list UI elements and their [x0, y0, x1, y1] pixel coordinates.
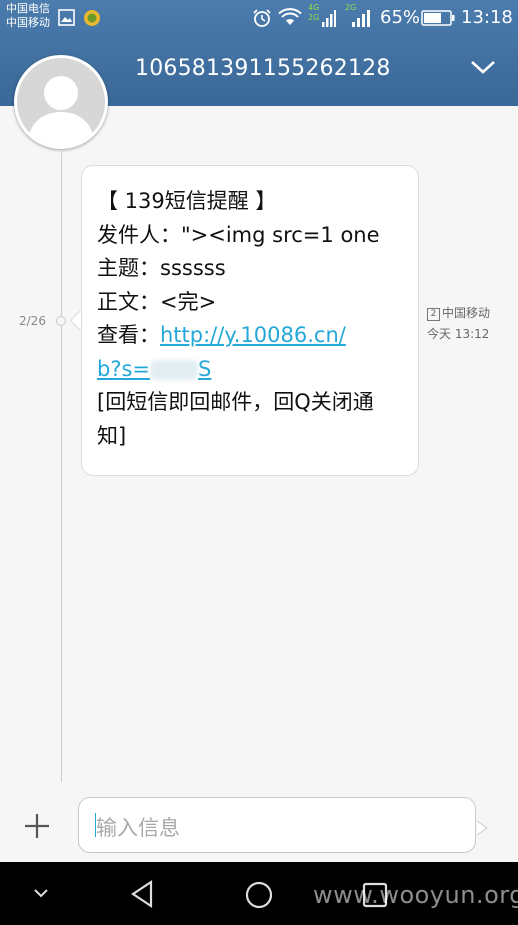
meta-carrier: 中国移动	[442, 306, 491, 320]
add-attachment-button[interactable]	[22, 811, 52, 841]
input-tail-icon	[476, 820, 489, 840]
alarm-icon	[252, 8, 272, 32]
network-type-labels: 4G 2G	[308, 3, 319, 23]
redacted-blur	[150, 359, 199, 380]
watermark: www.wooyun.org	[313, 881, 518, 909]
message-counter: 2/26	[19, 314, 46, 328]
signal-1-icon	[322, 9, 336, 31]
message-sender-line: 发件人："><img src=1 one	[97, 222, 380, 247]
network-1: 4G	[308, 3, 320, 12]
back-button[interactable]	[129, 879, 157, 913]
chevron-down-icon[interactable]	[470, 56, 496, 82]
message-meta: 2 中国移动 今天 13:12	[427, 303, 490, 345]
message-text[interactable]: 【 139短信提醒 】 发件人："><img src=1 one 主题：ssss…	[97, 185, 407, 453]
message-link-part2-prefix[interactable]: b?s=	[97, 357, 150, 381]
view-label: 查看：	[97, 323, 160, 347]
carrier-2: 中国移动	[6, 16, 50, 29]
home-circle-icon	[245, 881, 273, 909]
timeline-dot	[56, 316, 66, 326]
carrier-1: 中国电信	[6, 2, 50, 15]
battery-percent: 65%	[380, 7, 421, 28]
clock: 13:18	[461, 7, 513, 28]
message-link-part1[interactable]: http://y.10086.cn/	[160, 323, 346, 347]
app-notification-icon	[83, 9, 101, 31]
person-icon	[27, 76, 95, 146]
contact-avatar[interactable]	[14, 55, 108, 149]
message-title: 【 139短信提醒 】	[97, 189, 277, 213]
message-input-placeholder: 输入信息	[96, 816, 180, 840]
message-link-line2[interactable]: b?s= S	[97, 353, 407, 387]
back-triangle-icon	[131, 879, 153, 909]
plus-icon	[25, 814, 49, 838]
sender-number[interactable]: 106581391155262128	[135, 56, 391, 81]
wifi-icon	[278, 8, 302, 30]
meta-time: 今天 13:12	[427, 327, 490, 341]
status-bar: 中国电信 中国移动 4G 2G 2G 65% 13:18	[0, 0, 518, 36]
sim-slot-badge: 2	[427, 308, 440, 321]
image-notification-icon	[58, 9, 75, 30]
signal-2-icon	[350, 9, 372, 31]
chevron-down-icon	[34, 889, 48, 898]
home-button[interactable]	[244, 880, 274, 914]
hide-keyboard-button[interactable]	[32, 885, 50, 904]
message-reply-line1: [回短信即回邮件，回Q关闭通	[97, 390, 374, 414]
timeline-line	[61, 150, 62, 782]
message-reply-line2: 知]	[97, 423, 127, 448]
meta-carrier-row: 2 中国移动	[427, 303, 490, 324]
message-link-part2-suffix[interactable]: S	[198, 357, 211, 381]
message-view-line: 查看：http://y.10086.cn/	[97, 319, 407, 353]
message-body-line: 正文：<完>	[97, 289, 217, 314]
battery-icon	[421, 10, 455, 30]
carrier-labels: 中国电信 中国移动	[6, 2, 50, 30]
message-subject-line: 主题：ssssss	[97, 256, 226, 280]
network-2: 2G	[308, 13, 320, 22]
